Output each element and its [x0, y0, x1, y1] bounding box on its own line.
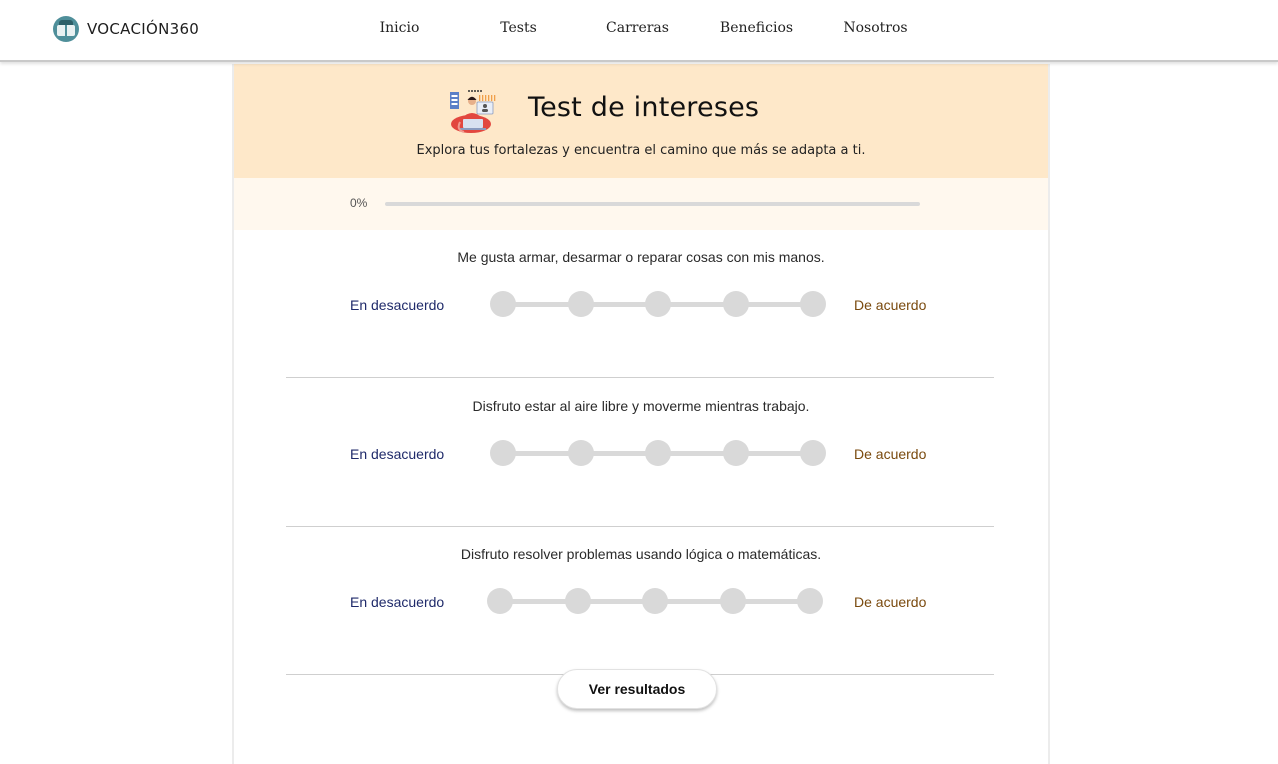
likert-scale: [490, 291, 826, 317]
scale-option-1[interactable]: [490, 440, 516, 466]
test-header: Test de intereses Explora tus fortalezas…: [234, 64, 1048, 178]
scale-option-1[interactable]: [490, 291, 516, 317]
question-text: Disfruto resolver problemas usando lógic…: [460, 546, 822, 562]
likert-scale: [487, 588, 823, 614]
person-laptop-illustration: [450, 90, 496, 133]
disagree-label: En desacuerdo: [350, 297, 445, 313]
progress-bar: [385, 202, 920, 206]
scale-option-3[interactable]: [642, 588, 668, 614]
progress-section: 0%: [234, 178, 1048, 230]
scale-option-5[interactable]: [797, 588, 823, 614]
scale-option-1[interactable]: [487, 588, 513, 614]
scale-option-3[interactable]: [645, 440, 671, 466]
question-text: Disfruto estar al aire libre y moverme m…: [472, 398, 810, 414]
disagree-label: En desacuerdo: [350, 446, 445, 462]
disagree-label: En desacuerdo: [350, 594, 445, 610]
top-navbar: VOCACIÓN360 Inicio Tests Carreras Benefi…: [0, 0, 1278, 62]
nav-link-tests[interactable]: Tests: [459, 20, 578, 36]
nav-link-nosotros[interactable]: Nosotros: [816, 20, 935, 36]
brand-name: VOCACIÓN360: [87, 20, 200, 38]
nav-link-beneficios[interactable]: Beneficios: [697, 20, 816, 36]
test-card: Test de intereses Explora tus fortalezas…: [232, 64, 1050, 764]
question-item: Me gusta armar, desarmar o reparar cosas…: [234, 230, 1048, 378]
brand-logo-link[interactable]: VOCACIÓN360: [53, 15, 199, 43]
progress-percent: 0%: [350, 196, 368, 210]
page-subtitle: Explora tus fortalezas y encuentra el ca…: [416, 143, 866, 158]
page-title: Test de intereses: [528, 92, 760, 123]
scale-option-2[interactable]: [564, 588, 591, 614]
agree-label: De acuerdo: [854, 297, 927, 313]
scale-option-3[interactable]: [645, 291, 671, 317]
nav-links: Inicio Tests Carreras Beneficios Nosotro…: [340, 20, 935, 36]
nav-link-carreras[interactable]: Carreras: [578, 20, 697, 36]
likert-scale: [490, 440, 826, 466]
question-item: Disfruto resolver problemas usando lógic…: [234, 527, 1048, 675]
book-logo-icon: [53, 16, 79, 42]
scale-option-5[interactable]: [800, 291, 826, 317]
scale-option-2[interactable]: [567, 291, 594, 317]
question-text: Me gusta armar, desarmar o reparar cosas…: [457, 249, 825, 265]
see-results-button[interactable]: Ver resultados: [557, 669, 717, 709]
scale-option-4[interactable]: [722, 291, 749, 317]
agree-label: De acuerdo: [854, 594, 927, 610]
nav-link-inicio[interactable]: Inicio: [340, 20, 459, 36]
scale-option-4[interactable]: [722, 440, 749, 466]
scale-option-2[interactable]: [567, 440, 594, 466]
agree-label: De acuerdo: [854, 446, 927, 462]
question-divider: [286, 377, 994, 378]
question-item: Disfruto estar al aire libre y moverme m…: [234, 379, 1048, 527]
scale-option-5[interactable]: [800, 440, 826, 466]
scale-option-4[interactable]: [719, 588, 746, 614]
